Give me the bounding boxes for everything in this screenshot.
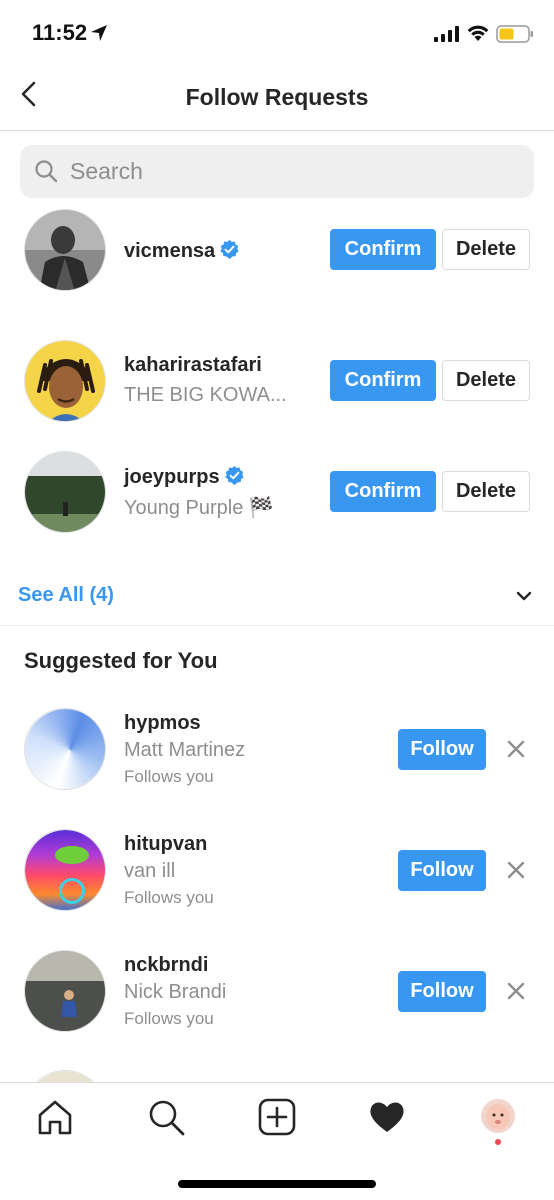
suggested-user-row: nckbrndi Nick Brandi Follows you Follow: [0, 948, 554, 1038]
follow-request-row: vicmensa Confirm Delete: [0, 206, 554, 296]
page-title: Follow Requests: [185, 84, 369, 110]
delete-button[interactable]: Delete: [442, 360, 530, 401]
home-icon[interactable]: [35, 1097, 75, 1137]
status-time: 11:52: [32, 20, 88, 45]
username[interactable]: hypmos: [124, 712, 201, 735]
nav-header: Follow Requests: [0, 64, 554, 131]
search-icon[interactable]: [146, 1097, 186, 1137]
username[interactable]: nckbrndi: [124, 954, 208, 977]
close-icon[interactable]: [504, 737, 528, 761]
user-fullname: Young Purple 🏁: [124, 497, 274, 519]
avatar[interactable]: [24, 451, 106, 533]
follow-request-row: kaharirastafari THE BIG KOWA... Confirm …: [0, 337, 554, 427]
username[interactable]: joeypurps: [124, 465, 245, 489]
delete-button[interactable]: Delete: [442, 229, 530, 270]
close-icon[interactable]: [504, 858, 528, 882]
verified-badge-icon: [224, 465, 244, 486]
avatar[interactable]: [24, 829, 106, 911]
confirm-button[interactable]: Confirm: [330, 229, 436, 270]
search-icon: [35, 160, 58, 183]
user-fullname: THE BIG KOWA...: [124, 384, 287, 406]
suggested-user-row: hypmos Matt Martinez Follows you Follow: [0, 706, 554, 796]
avatar[interactable]: [24, 950, 106, 1032]
see-all-link[interactable]: See All (4): [18, 584, 114, 607]
profile-avatar[interactable]: [481, 1099, 515, 1133]
search-bar: [20, 145, 534, 198]
wifi-icon: [467, 25, 489, 41]
username[interactable]: kaharirastafari: [124, 354, 262, 377]
chevron-down-icon[interactable]: [514, 588, 534, 604]
verified-badge-icon: [220, 239, 239, 260]
location-arrow-icon: [91, 25, 107, 41]
home-indicator: [178, 1180, 376, 1188]
follows-you-label: Follows you: [124, 767, 214, 786]
avatar[interactable]: [24, 340, 106, 422]
heart-icon[interactable]: [367, 1097, 407, 1137]
cellular-signal-icon: [434, 26, 459, 42]
notification-dot: [495, 1139, 501, 1145]
section-divider: [0, 625, 554, 626]
suggested-user-row: hitupvan van ill Follows you Follow: [0, 827, 554, 917]
follow-button[interactable]: Follow: [398, 729, 486, 770]
follow-button[interactable]: Follow: [398, 971, 486, 1012]
follow-request-row: joeypurps Young Purple 🏁 Confirm Delete: [0, 448, 554, 538]
follows-you-label: Follows you: [124, 888, 214, 907]
confirm-button[interactable]: Confirm: [330, 360, 436, 401]
section-title: Suggested for You: [24, 648, 218, 673]
follow-button[interactable]: Follow: [398, 850, 486, 891]
search-input[interactable]: [70, 151, 510, 191]
confirm-button[interactable]: Confirm: [330, 471, 436, 512]
user-fullname: Matt Martinez: [124, 739, 246, 761]
follows-you-label: Follows you: [124, 1009, 214, 1028]
username[interactable]: hitupvan: [124, 833, 207, 856]
add-icon[interactable]: [257, 1097, 297, 1137]
avatar[interactable]: [24, 209, 106, 291]
user-fullname: Nick Brandi: [124, 981, 227, 1003]
user-fullname: van ill: [124, 860, 176, 882]
username[interactable]: vicmensa: [124, 239, 240, 263]
status-bar: 11:52: [0, 0, 554, 64]
close-icon[interactable]: [504, 979, 528, 1003]
delete-button[interactable]: Delete: [442, 471, 530, 512]
avatar[interactable]: [24, 708, 106, 790]
battery-icon: [496, 25, 533, 43]
